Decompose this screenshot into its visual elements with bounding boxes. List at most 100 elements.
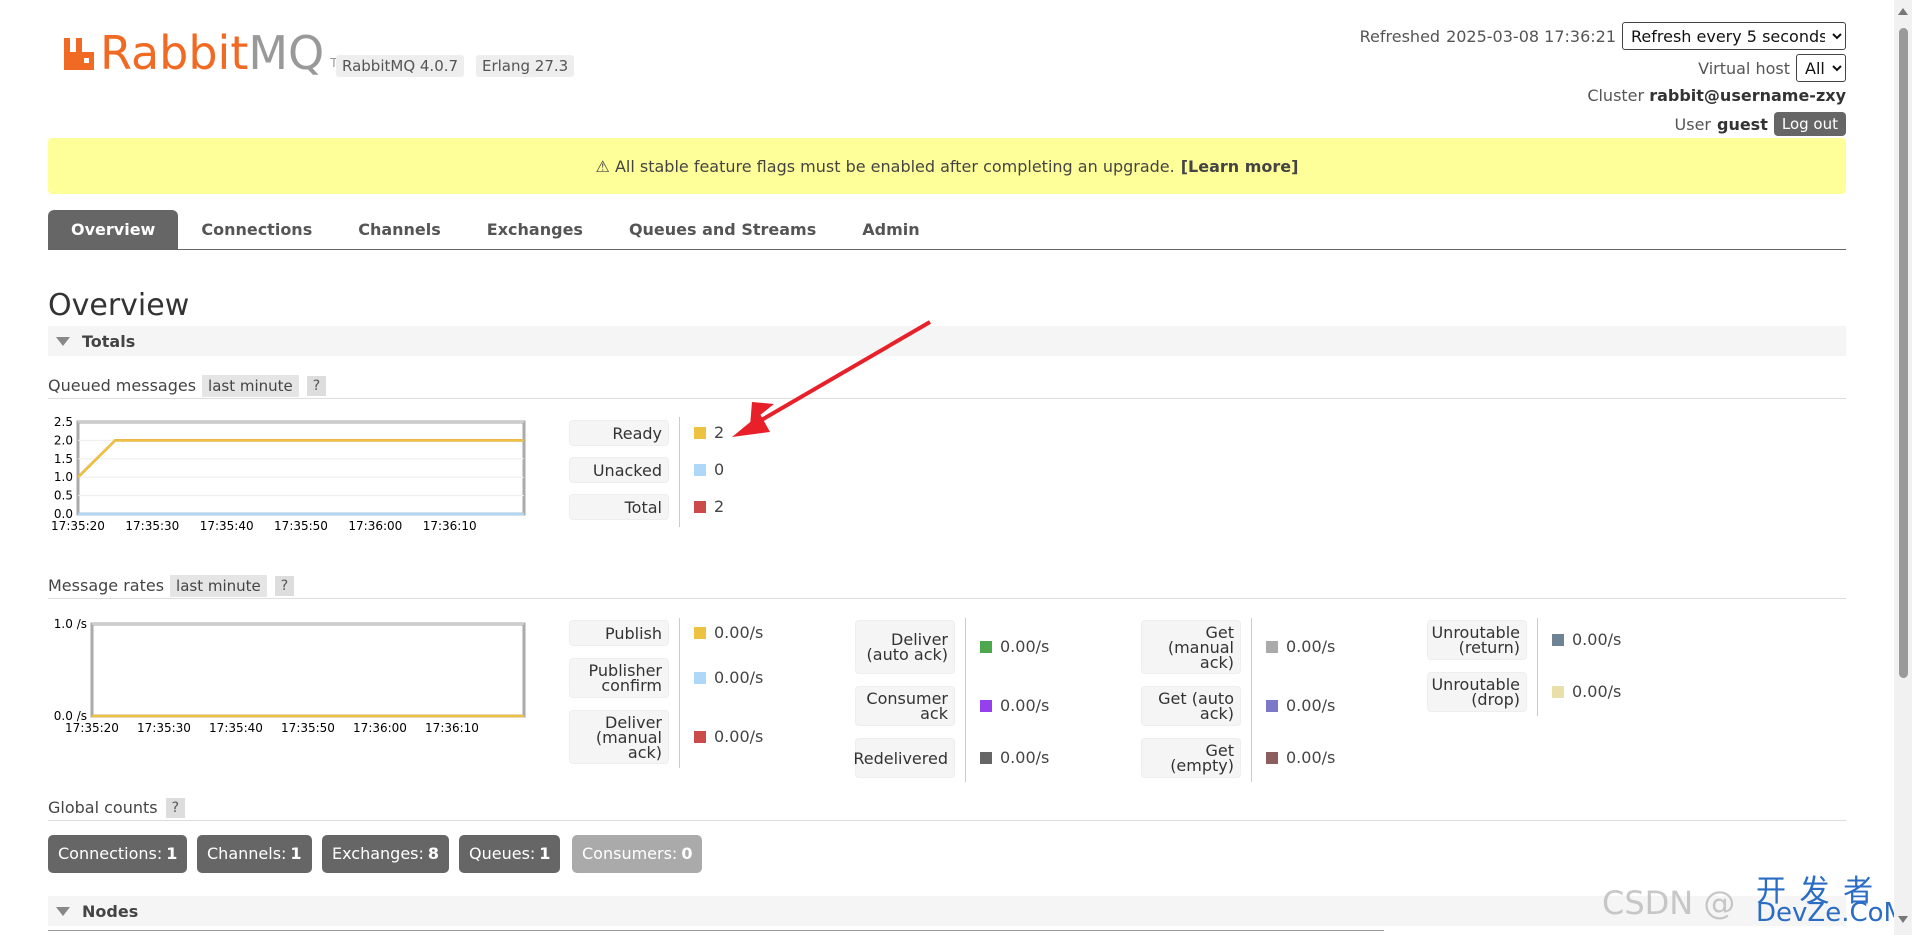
stats-divider: [679, 417, 680, 527]
channels-count-button[interactable]: Channels: 1: [197, 835, 312, 873]
queues-count-label: Queues:: [469, 844, 536, 863]
x-tick-label: 17:35:30: [137, 721, 191, 735]
vhost-select[interactable]: All: [1796, 54, 1846, 82]
queued-range-chip[interactable]: last minute: [202, 374, 299, 397]
rate-value: 0.00/s: [714, 727, 764, 746]
rate-label: Get (empty): [1141, 738, 1241, 778]
message-rates-title: Message rates: [48, 576, 165, 595]
devze-watermark-bottom: DevZe.CoM: [1756, 898, 1906, 928]
rate-label: Redelivered: [853, 738, 955, 778]
connections-count-button[interactable]: Connections: 1: [48, 835, 188, 873]
logout-button[interactable]: Log out: [1773, 112, 1846, 136]
tab-channels[interactable]: Channels: [335, 210, 464, 249]
global-help-button[interactable]: ?: [165, 797, 186, 818]
rates-divider: [1251, 618, 1252, 782]
rate-value-row: 0.00/s: [694, 727, 763, 746]
ready-value: 2: [694, 423, 724, 442]
total-swatch: [694, 500, 706, 513]
global-counts-title: Global counts: [48, 798, 158, 817]
banner-text: ⚠ All stable feature flags must be enabl…: [595, 156, 1175, 176]
consumers-count-button[interactable]: Consumers: 0: [572, 835, 703, 873]
x-tick-label: 17:35:30: [125, 519, 179, 533]
chart-frame: [90, 622, 526, 718]
queues-count-value: 1: [539, 844, 551, 863]
cluster-name: rabbit@username-zxy: [1649, 86, 1846, 105]
x-tick-label: 17:36:00: [353, 721, 407, 735]
rate-value: 0.00/s: [1000, 696, 1050, 715]
rate-label: Unroutable (drop): [1427, 672, 1527, 712]
collapse-triangle-icon: [56, 336, 70, 346]
refreshed-time: 2025-03-08 17:36:21: [1446, 26, 1616, 46]
refresh-interval-select[interactable]: Refresh every 5 seconds: [1622, 22, 1846, 50]
y-tick-label: 1.5: [54, 452, 73, 466]
scrollbar-thumb[interactable]: [1899, 28, 1908, 678]
logo-wordmark: RabbitMQ: [100, 30, 324, 76]
rate-value-row: 0.00/s: [980, 696, 1049, 715]
rate-swatch: [1266, 751, 1278, 764]
rate-value-row: 0.00/s: [980, 637, 1049, 656]
version-chip: RabbitMQ 4.0.7: [336, 55, 465, 77]
rate-label: Consumer ack: [855, 686, 955, 726]
message-rates-heading: Message rates last minute ?: [48, 573, 1846, 599]
y-tick-label: 2.5: [54, 415, 73, 429]
queued-help-button[interactable]: ?: [306, 375, 327, 396]
collapse-triangle-icon: [56, 906, 70, 916]
rates-divider: [679, 618, 680, 768]
tab-exchanges[interactable]: Exchanges: [464, 210, 606, 249]
x-tick-label: 17:36:00: [348, 519, 402, 533]
x-tick-label: 17:35:50: [274, 519, 328, 533]
rate-value-row: 0.00/s: [1266, 637, 1335, 656]
exchanges-count-button[interactable]: Exchanges: 8: [322, 835, 450, 873]
scroll-up-arrow-icon[interactable]: [1898, 8, 1908, 15]
rate-value: 0.00/s: [714, 668, 764, 687]
rate-label: Publish: [569, 620, 669, 646]
tab-connections[interactable]: Connections: [178, 210, 335, 249]
totals-section-title: Totals: [82, 331, 136, 351]
rate-value: 0.00/s: [1286, 696, 1336, 715]
cluster-row: Cluster rabbit@username-zxy: [1587, 86, 1846, 105]
rate-value: 0.00/s: [1286, 637, 1336, 656]
exchanges-count-label: Exchanges:: [332, 844, 424, 863]
nodes-section-toggle[interactable]: Nodes: [48, 896, 1846, 926]
rate-swatch: [980, 640, 992, 653]
total-count: 2: [714, 497, 725, 516]
tab-admin[interactable]: Admin: [839, 210, 942, 249]
ready-swatch: [694, 426, 706, 439]
rates-divider: [1537, 618, 1538, 716]
channels-count-value: 1: [290, 844, 302, 863]
unacked-swatch: [694, 463, 706, 476]
rate-label: Publisher confirm: [569, 658, 669, 698]
total-value: 2: [694, 497, 724, 516]
vhost-label: Virtual host: [1698, 58, 1790, 78]
user-row: User guest Log out: [1675, 112, 1846, 136]
rates-help-button[interactable]: ?: [274, 575, 295, 596]
rate-value-row: 0.00/s: [1266, 748, 1335, 767]
logo-brand: Rabbit: [100, 26, 249, 80]
totals-section-toggle[interactable]: Totals: [48, 326, 1846, 356]
rabbitmq-logo[interactable]: RabbitMQ TM: [62, 30, 348, 76]
rates-divider: [965, 618, 966, 782]
rate-value: 0.00/s: [1572, 682, 1622, 701]
tab-overview[interactable]: Overview: [48, 210, 179, 249]
rate-value-row: 0.00/s: [1266, 696, 1335, 715]
refreshed-label: Refreshed: [1359, 26, 1441, 46]
rate-value: 0.00/s: [1000, 748, 1050, 767]
rate-label: Get (manual ack): [1141, 620, 1241, 674]
rate-value: 0.00/s: [1286, 748, 1336, 767]
queues-count-button[interactable]: Queues: 1: [459, 835, 561, 873]
page-title: Overview: [48, 288, 190, 323]
learn-more-link[interactable]: [Learn more]: [1181, 157, 1299, 176]
rate-swatch: [1552, 685, 1564, 698]
user-name: guest: [1716, 114, 1768, 134]
scroll-down-arrow-icon[interactable]: [1898, 916, 1908, 923]
x-tick-label: 17:36:10: [425, 721, 479, 735]
message-rates-stats: Publish 0.00/s Publisher confirm 0.00/s Deli…: [569, 618, 1649, 782]
vhost-row: Virtual host All: [1698, 54, 1846, 82]
rate-swatch: [1266, 699, 1278, 712]
x-tick-label: 17:35:50: [281, 721, 335, 735]
rates-range-chip[interactable]: last minute: [170, 574, 267, 597]
nodes-section-title: Nodes: [82, 901, 139, 921]
rate-swatch: [694, 671, 706, 684]
tab-queues-and-streams[interactable]: Queues and Streams: [606, 210, 839, 249]
erlang-chip: Erlang 27.3: [476, 55, 575, 77]
